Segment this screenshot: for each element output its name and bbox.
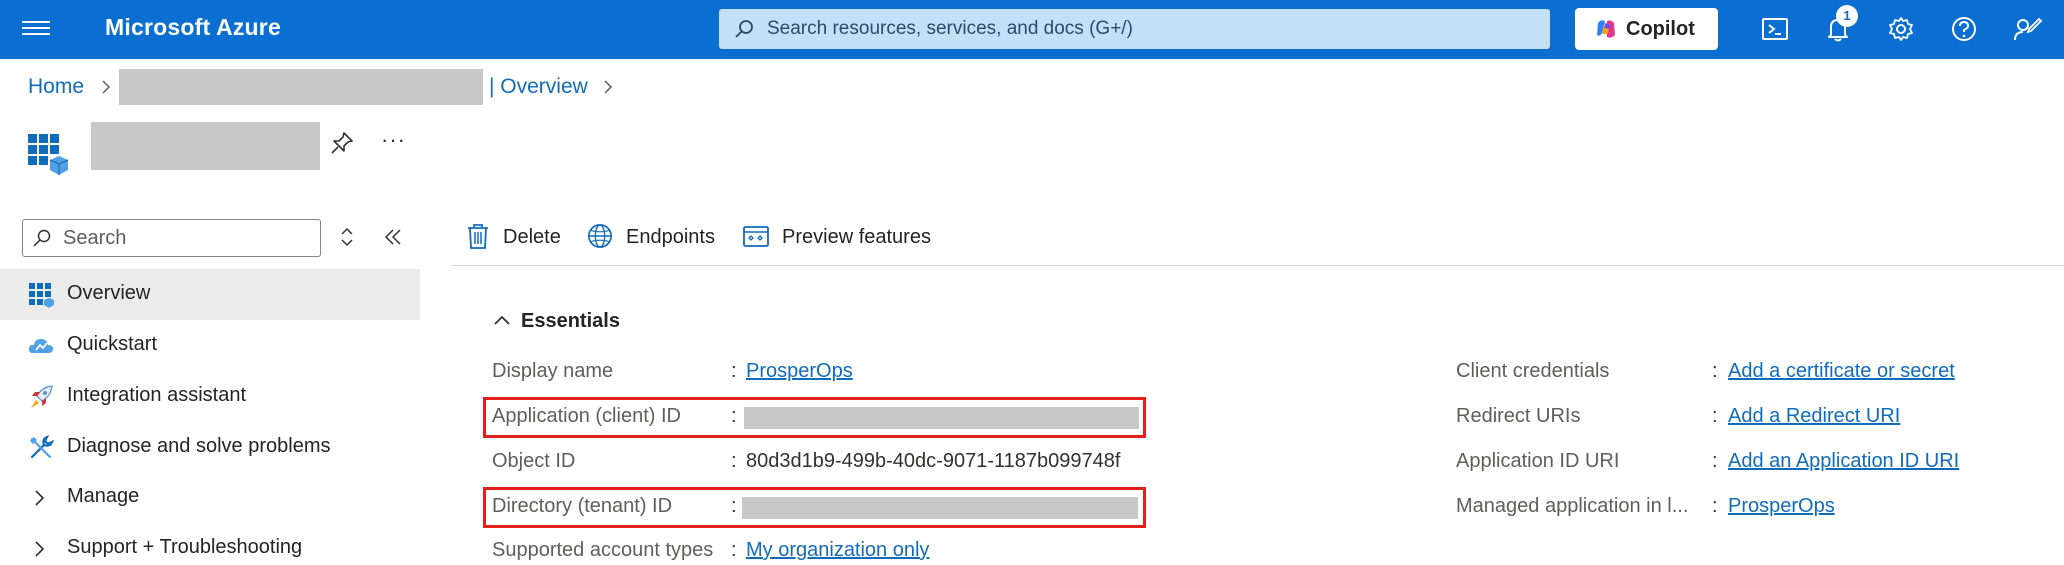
redacted-client-id <box>744 407 1139 429</box>
essentials-title: Essentials <box>521 310 620 332</box>
nav-item-label: Diagnose and solve problems <box>67 435 331 457</box>
chevron-right-icon <box>102 80 111 94</box>
account-types-link[interactable]: My organization only <box>746 539 929 562</box>
prop-label-redirect-uris: Redirect URIs <box>1456 405 1581 427</box>
nav-item-label: Quickstart <box>67 333 158 355</box>
nav-item-label: Manage <box>67 485 140 507</box>
preview-features-icon <box>743 226 769 247</box>
prop-label-app-id-uri: Application ID URI <box>1456 450 1620 472</box>
copilot-icon <box>1597 20 1615 38</box>
brand-title[interactable]: Microsoft Azure <box>105 14 281 41</box>
globe-icon <box>588 224 612 248</box>
nav-search-input[interactable]: Search <box>22 219 321 257</box>
prop-colon: : <box>1712 405 1718 427</box>
more-options-button[interactable]: ··· <box>381 127 406 153</box>
prop-colon: : <box>1712 360 1718 382</box>
managed-app-link[interactable]: ProsperOps <box>1728 495 1835 518</box>
wrench-icon <box>30 435 54 459</box>
rocket-icon <box>31 385 53 408</box>
quickstart-cloud-icon <box>28 339 53 353</box>
endpoints-button[interactable]: Endpoints <box>587 220 722 254</box>
nav-item-integration-assistant[interactable]: Integration assistant <box>0 371 420 422</box>
chevron-right-icon <box>604 80 613 94</box>
global-search-placeholder: Search resources, services, and docs (G+… <box>767 18 1133 39</box>
nav-search-placeholder: Search <box>63 227 127 249</box>
prop-colon: : <box>731 495 737 517</box>
redacted-resource-name <box>119 69 483 105</box>
trash-icon <box>468 224 488 249</box>
copilot-button[interactable]: Copilot <box>1575 8 1718 50</box>
display-name-link[interactable]: ProsperOps <box>746 360 853 383</box>
nav-item-manage[interactable]: Manage <box>0 472 420 523</box>
preview-features-button[interactable]: Preview features <box>742 220 942 254</box>
sort-icon[interactable] <box>336 225 358 249</box>
search-icon <box>735 20 753 38</box>
prop-label-managed-app: Managed application in l... <box>1456 495 1689 517</box>
nav-item-diagnose[interactable]: Diagnose and solve problems <box>0 422 420 473</box>
hamburger-icon[interactable] <box>22 17 50 41</box>
chevron-right-icon <box>35 541 45 557</box>
breadcrumb-current[interactable]: | Overview <box>489 75 588 99</box>
app-id-uri-link[interactable]: Add an Application ID URI <box>1728 450 1959 473</box>
prop-colon: : <box>1712 495 1718 517</box>
feedback-icon[interactable] <box>2012 14 2042 44</box>
nav-item-overview[interactable]: Overview <box>0 269 420 320</box>
chevron-up-icon <box>494 315 510 325</box>
endpoints-label: Endpoints <box>626 226 715 248</box>
notification-badge: 1 <box>1836 5 1858 27</box>
app-registration-icon <box>28 134 68 175</box>
pin-icon[interactable] <box>329 130 355 156</box>
search-icon <box>33 229 51 247</box>
client-credentials-link[interactable]: Add a certificate or secret <box>1728 360 1955 383</box>
prop-colon: : <box>731 450 737 472</box>
delete-button[interactable]: Delete <box>465 220 567 254</box>
breadcrumb-home[interactable]: Home <box>28 75 84 99</box>
prop-colon: : <box>1712 450 1718 472</box>
redirect-uri-link[interactable]: Add a Redirect URI <box>1728 405 1900 428</box>
redacted-tenant-id <box>742 497 1138 519</box>
prop-label-client-credentials: Client credentials <box>1456 360 1610 382</box>
help-icon[interactable] <box>1949 14 1979 44</box>
redacted-resource-title <box>91 122 320 170</box>
copilot-label: Copilot <box>1626 18 1695 40</box>
essentials-toggle[interactable]: Essentials <box>490 308 670 336</box>
nav-item-label: Overview <box>67 282 151 304</box>
prop-label-client-id: Application (client) ID <box>492 405 681 427</box>
prop-label-account-types: Supported account types <box>492 539 714 561</box>
nav-item-label: Integration assistant <box>67 384 246 406</box>
preview-features-label: Preview features <box>782 226 931 248</box>
nav-item-quickstart[interactable]: Quickstart <box>0 320 420 371</box>
collapse-nav-icon[interactable] <box>382 225 404 249</box>
chevron-right-icon <box>35 490 45 506</box>
prop-label-tenant-id: Directory (tenant) ID <box>492 495 673 517</box>
delete-label: Delete <box>503 226 561 248</box>
prop-colon: : <box>731 539 737 561</box>
global-search-input[interactable]: Search resources, services, and docs (G+… <box>719 9 1550 49</box>
object-id-value: 80d3d1b9-499b-40dc-9071-1187b099748f <box>746 450 1121 472</box>
nav-item-label: Support + Troubleshooting <box>67 536 303 558</box>
prop-label-object-id: Object ID <box>492 450 576 472</box>
prop-label-display-name: Display name <box>492 360 614 382</box>
prop-colon: : <box>731 405 737 427</box>
gear-icon[interactable] <box>1886 14 1916 44</box>
cloud-shell-icon[interactable] <box>1760 14 1790 44</box>
nav-item-support[interactable]: Support + Troubleshooting <box>0 523 420 565</box>
overview-icon <box>29 283 54 308</box>
top-bar: Microsoft Azure Search resources, servic… <box>0 0 2064 59</box>
command-bar-divider <box>452 265 2064 266</box>
prop-colon: : <box>731 360 737 382</box>
